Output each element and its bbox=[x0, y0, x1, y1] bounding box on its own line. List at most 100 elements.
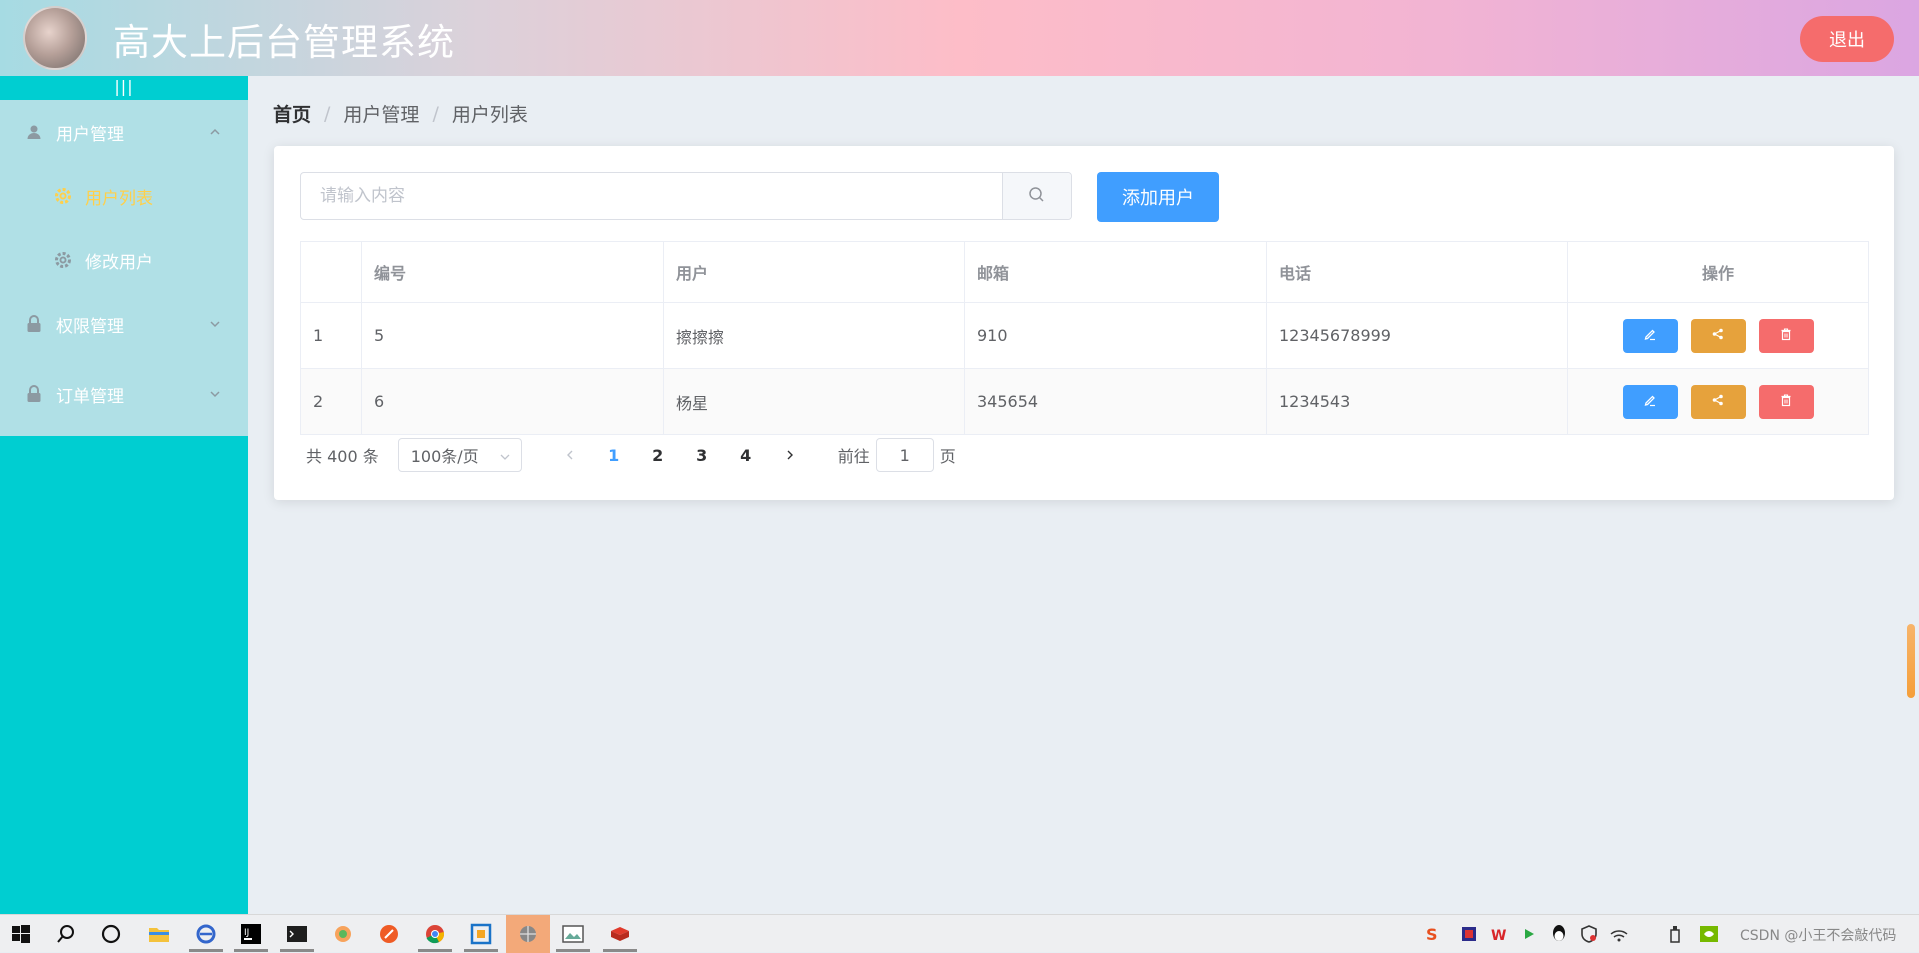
chevron-down-icon bbox=[208, 317, 222, 331]
menu-order-management[interactable]: 订单管理 bbox=[0, 362, 248, 426]
share-icon bbox=[1711, 393, 1725, 410]
tray-watermark-text: CSDN @小王不会敲代码 bbox=[1740, 928, 1897, 944]
cell-actions bbox=[1567, 302, 1869, 369]
edit-icon bbox=[1643, 393, 1657, 410]
svg-text:W: W bbox=[1491, 928, 1506, 943]
chevron-up-icon bbox=[208, 125, 222, 139]
lock-icon bbox=[24, 384, 44, 404]
goto-suffix: 页 bbox=[939, 447, 956, 466]
menu-user-list[interactable]: 用户列表 bbox=[0, 164, 248, 228]
cell-index: 1 bbox=[300, 302, 362, 369]
edit-button[interactable] bbox=[1622, 384, 1678, 419]
table-header-row: 编号 用户 邮箱 电话 操作 bbox=[300, 241, 1869, 303]
page-number[interactable]: 4 bbox=[724, 438, 768, 472]
cell-phone: 1234543 bbox=[1266, 368, 1568, 435]
pagination: 共 400 条 100条/页 1 2 3 4 前往 页 bbox=[306, 438, 956, 472]
page-number[interactable]: 2 bbox=[636, 438, 680, 472]
edit-button[interactable] bbox=[1622, 318, 1678, 353]
breadcrumb-separator: / bbox=[432, 102, 439, 125]
app-title: 高大上后台管理系统 bbox=[113, 21, 455, 64]
avatar bbox=[23, 6, 87, 70]
menu-label: 权限管理 bbox=[56, 316, 124, 337]
cortana-icon[interactable] bbox=[98, 921, 124, 947]
svg-text:IJ: IJ bbox=[244, 928, 249, 938]
postman-icon[interactable] bbox=[376, 921, 402, 947]
breadcrumb-home[interactable]: 首页 bbox=[273, 100, 311, 127]
delete-button[interactable] bbox=[1758, 318, 1814, 353]
scrollbar-thumb[interactable] bbox=[1907, 624, 1915, 698]
chevron-down-icon bbox=[208, 387, 222, 401]
usb-drive-icon[interactable] bbox=[1662, 921, 1688, 947]
chrome-icon[interactable] bbox=[422, 921, 448, 947]
share-button[interactable] bbox=[1690, 318, 1746, 353]
wifi-icon[interactable] bbox=[1606, 921, 1632, 947]
windows-start-icon[interactable] bbox=[8, 921, 34, 947]
goto-page-input[interactable] bbox=[875, 438, 934, 472]
file-explorer-icon[interactable] bbox=[146, 921, 172, 947]
ie-browser-icon[interactable] bbox=[193, 921, 219, 947]
menu-permission-management[interactable]: 权限管理 bbox=[0, 292, 248, 356]
trash-icon bbox=[1779, 327, 1793, 344]
sidebar: ||| 用户管理 用户列表 修改用户 权限管理 订单管理 bbox=[0, 76, 248, 914]
os-taskbar: IJ S W CSDN @小王不会敲代码 bbox=[0, 914, 1919, 953]
tray-app-icon[interactable] bbox=[1456, 921, 1482, 947]
taskbar-active-app[interactable] bbox=[506, 915, 550, 953]
wps-icon[interactable]: W bbox=[1486, 921, 1512, 947]
page-size-value: 100条/页 bbox=[410, 447, 479, 466]
search-icon[interactable] bbox=[53, 921, 79, 947]
gear-icon bbox=[53, 250, 73, 270]
menu-label: 用户管理 bbox=[56, 124, 124, 145]
intellij-icon[interactable]: IJ bbox=[238, 921, 264, 947]
app-header: 高大上后台管理系统 退出 bbox=[0, 0, 1919, 76]
page-size-select[interactable]: 100条/页 bbox=[397, 438, 522, 472]
menu-label: 订单管理 bbox=[56, 386, 124, 407]
play-icon[interactable] bbox=[1516, 921, 1542, 947]
cell-phone: 12345678999 bbox=[1266, 302, 1568, 369]
breadcrumb-user-list: 用户列表 bbox=[451, 104, 528, 126]
chevron-right-icon bbox=[784, 446, 796, 465]
search-icon bbox=[1028, 186, 1045, 207]
user-table: 编号 用户 邮箱 电话 操作 1 5 擦擦擦 910 12345678999 2… bbox=[300, 241, 1869, 435]
trash-icon bbox=[1779, 393, 1793, 410]
chevron-left-icon bbox=[564, 446, 576, 465]
image-viewer-icon[interactable] bbox=[560, 921, 586, 947]
menu-edit-user[interactable]: 修改用户 bbox=[0, 228, 248, 292]
delete-button[interactable] bbox=[1758, 384, 1814, 419]
menu-user-management[interactable]: 用户管理 bbox=[0, 100, 248, 164]
chevron-down-icon bbox=[499, 448, 511, 467]
shield-icon[interactable] bbox=[1576, 921, 1602, 947]
terminal-icon[interactable] bbox=[284, 921, 310, 947]
breadcrumb-separator: / bbox=[324, 102, 331, 125]
add-user-button[interactable]: 添加用户 bbox=[1097, 172, 1219, 222]
table-row: 1 5 擦擦擦 910 12345678999 bbox=[300, 302, 1869, 369]
user-icon bbox=[24, 122, 44, 142]
share-icon bbox=[1711, 327, 1725, 344]
column-header-email: 邮箱 bbox=[964, 241, 1267, 303]
virtualbox-icon[interactable] bbox=[468, 921, 494, 947]
search-input[interactable] bbox=[301, 173, 1002, 219]
pagination-total: 共 400 条 bbox=[306, 447, 379, 466]
menu-label: 用户列表 bbox=[85, 188, 153, 209]
cell-index: 2 bbox=[300, 368, 362, 435]
app-icon[interactable] bbox=[330, 921, 356, 947]
cell-email: 910 bbox=[964, 302, 1267, 369]
prev-page-button[interactable] bbox=[548, 438, 592, 472]
breadcrumb: 首页 / 用户管理 / 用户列表 bbox=[273, 100, 528, 127]
column-header-id: 编号 bbox=[361, 241, 664, 303]
page-number[interactable]: 1 bbox=[592, 438, 636, 472]
column-header-index bbox=[300, 241, 362, 303]
nvidia-icon[interactable] bbox=[1696, 921, 1722, 947]
sogou-input-icon[interactable]: S bbox=[1420, 921, 1446, 947]
column-header-phone: 电话 bbox=[1266, 241, 1568, 303]
menu-label: 修改用户 bbox=[85, 252, 153, 273]
sidebar-collapse-toggle[interactable]: ||| bbox=[0, 76, 248, 100]
qq-icon[interactable] bbox=[1546, 921, 1572, 947]
share-button[interactable] bbox=[1690, 384, 1746, 419]
redis-icon[interactable] bbox=[607, 921, 633, 947]
globe-icon bbox=[515, 921, 541, 947]
page-number[interactable]: 3 bbox=[680, 438, 724, 472]
search-button[interactable] bbox=[1001, 173, 1071, 219]
next-page-button[interactable] bbox=[768, 438, 812, 472]
logout-button[interactable]: 退出 bbox=[1800, 16, 1894, 62]
gear-icon bbox=[53, 186, 73, 206]
